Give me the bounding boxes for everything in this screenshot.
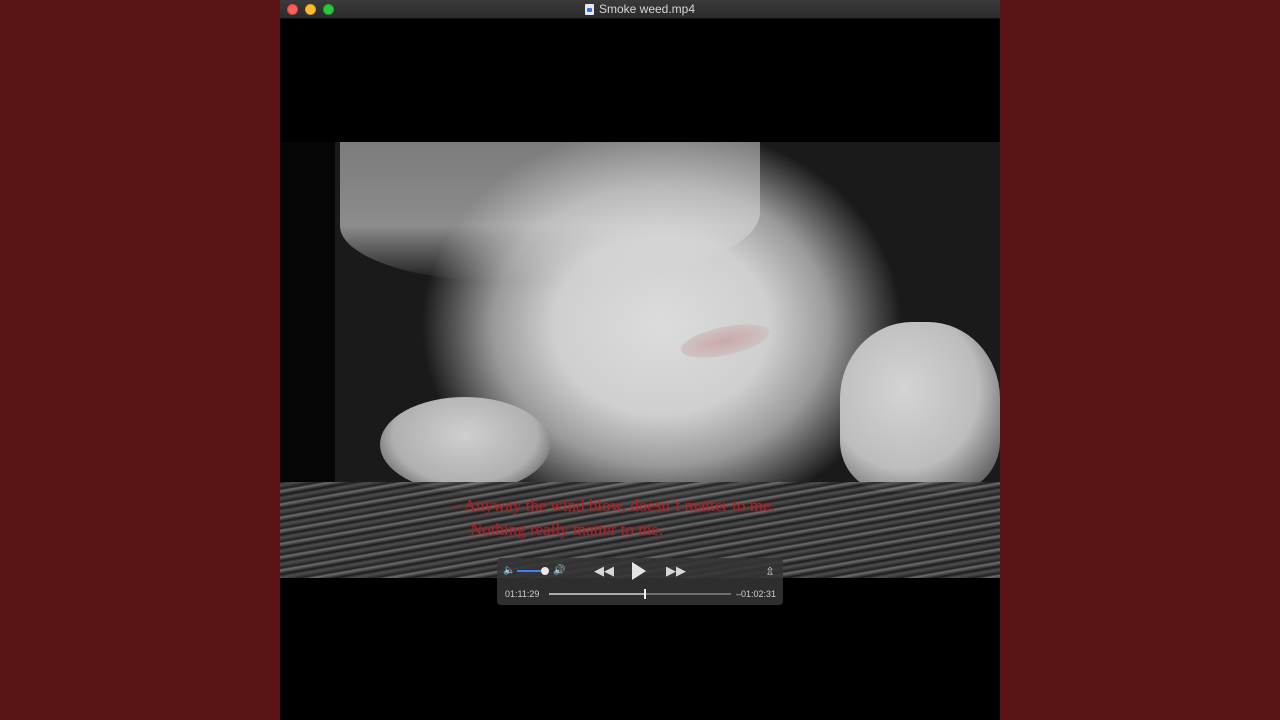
speaker-low-icon[interactable]: 🔈: [503, 565, 515, 577]
play-button[interactable]: [629, 561, 649, 581]
subtitle-line: Nothing really matter to me.: [470, 520, 664, 539]
fast-forward-button[interactable]: ▶▶: [665, 563, 687, 579]
scrub-bar[interactable]: [549, 589, 731, 599]
speaker-high-icon[interactable]: 🔊: [553, 565, 565, 577]
subtitle-line: – Anyway the wind blow, doesn`t matter t…: [452, 496, 775, 515]
playhead[interactable]: [644, 589, 647, 599]
window-title: Smoke weed.mp4: [280, 0, 1000, 19]
volume-knob[interactable]: [540, 567, 549, 575]
rewind-button[interactable]: ◀◀: [593, 563, 615, 579]
video-file-icon: [584, 4, 594, 15]
playback-controls: 🔈 🔊 ◀◀ ▶▶ ⇫ 01:11:29 –01:02:31: [497, 558, 783, 605]
rewind-icon: ◀◀: [594, 563, 614, 578]
player-window: Smoke weed.mp4 – Anyway the wind blow, d…: [280, 0, 1000, 720]
window-title-text: Smoke weed.mp4: [598, 2, 696, 16]
title-bar[interactable]: Smoke weed.mp4: [280, 0, 1000, 19]
fast-forward-icon: ▶▶: [666, 563, 686, 578]
volume-slider[interactable]: [517, 567, 549, 575]
video-content: [340, 142, 760, 282]
share-icon: ⇫: [765, 565, 775, 578]
play-icon: [632, 562, 646, 580]
share-button[interactable]: ⇫: [763, 563, 777, 579]
elapsed-time: 01:11:29: [505, 589, 540, 599]
subtitle: – Anyway the wind blow, doesn`t matter t…: [452, 494, 775, 542]
remaining-time: –01:02:31: [735, 589, 776, 599]
